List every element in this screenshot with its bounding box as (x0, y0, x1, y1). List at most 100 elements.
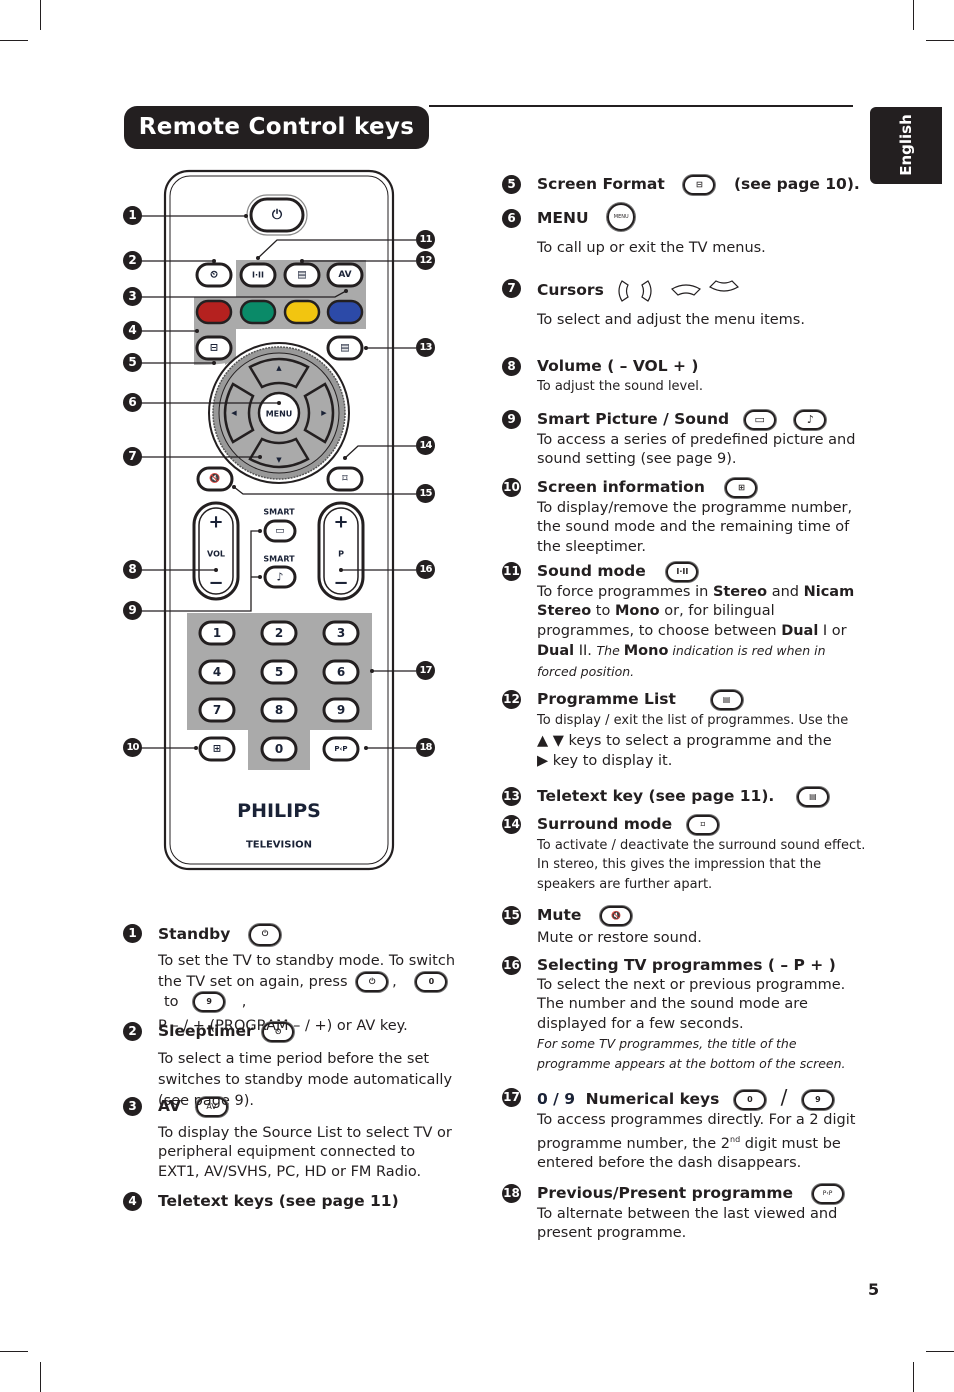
entry-teletext-key: 13 Teletext key (see page 11). ▤ (502, 787, 867, 808)
pp-key-icon: P‹P (811, 1184, 844, 1204)
digit-key-2[interactable]: 2 (260, 620, 298, 646)
entry-description: To call up or exit the TV menus. (537, 240, 766, 256)
smart-picture-icon: ▭ (275, 526, 284, 537)
entry-title: Numerical keys (585, 1090, 720, 1108)
callout-18: 18 (416, 738, 435, 757)
sleeptimer-key[interactable]: ⏲ (195, 262, 233, 288)
entry-number: 2 (123, 1022, 142, 1041)
separator: , (392, 973, 397, 990)
callout-10: 10 (123, 738, 142, 757)
smart-sound-icon: ♪ (276, 571, 283, 584)
smart-picture-key[interactable]: ▭ (263, 519, 297, 543)
separator: , (241, 994, 247, 1010)
digit-key-1[interactable]: 1 (198, 620, 236, 646)
entry-title: Previous/Present programme (537, 1184, 793, 1202)
entry-number: 9 (502, 410, 521, 429)
digit-key-7[interactable]: 7 (198, 697, 236, 723)
cursor-right[interactable] (303, 382, 335, 444)
callout-12: 12 (416, 251, 435, 270)
callout-4: 4 (123, 321, 142, 340)
p-minus[interactable]: − (333, 573, 348, 594)
pp-key[interactable]: P‹P (322, 736, 360, 762)
color-key[interactable] (326, 299, 364, 325)
callout-5: 5 (123, 353, 142, 372)
entry-volume: 8 Volume ( – VOL + ) To adjust the sound… (502, 357, 867, 396)
screen-format-key[interactable]: ⊟ (195, 335, 233, 361)
digit-key-0[interactable]: 0 (260, 736, 298, 762)
digit-key-4[interactable]: 4 (198, 659, 236, 685)
entry-number: 8 (502, 357, 521, 376)
page-number: 5 (868, 1280, 880, 1299)
entry-description: ▲ ▼ keys to select a programme and the (537, 733, 832, 749)
av-label: AV (338, 270, 351, 280)
smart-label: SMART (263, 508, 295, 517)
entry-title: Sleeptimer (158, 1022, 254, 1040)
cursor-pad[interactable]: ▲ ▼ ◀ ▶ MENU (208, 342, 350, 484)
digit-0-icon: 0 (733, 1090, 766, 1110)
callout-17: 17 (416, 661, 435, 680)
teletext-key[interactable]: ▤ (326, 335, 364, 361)
entry-teletext-keys: 4 Teletext keys (see page 11) (123, 1192, 458, 1213)
entry-title: Programme List (537, 690, 676, 708)
digit-key-6[interactable]: 6 (322, 659, 360, 685)
programme-list-key[interactable]: ▤ (283, 262, 321, 288)
screen-format-icon: ⊟ (210, 343, 218, 354)
entry-description: To display/remove the programme number, … (537, 499, 853, 555)
av-key[interactable]: AV (326, 262, 364, 288)
volume-rocker[interactable]: + VOL − (192, 501, 240, 601)
sound-mode-key[interactable]: I·II (239, 262, 277, 288)
vol-minus[interactable]: − (208, 573, 223, 594)
surround-key[interactable]: ⌑ (326, 466, 364, 492)
digit-label: 5 (275, 665, 283, 679)
title-rule (429, 105, 853, 107)
entry-description: To activate / deactivate the surround so… (537, 837, 866, 892)
entry-programme-list: 12 Programme List ▤ To display / exit th… (502, 690, 867, 771)
smart-picture-icon: ▭ (743, 410, 776, 430)
entry-description: To display the Source List to select TV … (158, 1124, 452, 1180)
p-plus[interactable]: + (333, 512, 348, 533)
entry-number: 13 (502, 787, 521, 806)
digit-0-icon: 0 (415, 971, 448, 992)
color-key[interactable] (195, 299, 233, 325)
callout-16: 16 (416, 560, 435, 579)
info-key[interactable]: ⊞ (198, 736, 236, 762)
entry-description: To access a series of predefined picture… (537, 431, 856, 468)
entry-description: To alternate between the last viewed and… (537, 1205, 838, 1242)
crop-mark (0, 40, 28, 41)
entry-description: ▶ key to display it. (537, 752, 673, 769)
crop-mark (926, 1351, 954, 1352)
smart-sound-key[interactable]: ♪ (263, 565, 297, 589)
color-key[interactable] (239, 299, 277, 325)
digit-key-5[interactable]: 5 (260, 659, 298, 685)
teletext-icon: ▤ (796, 787, 829, 807)
digit-key-8[interactable]: 8 (260, 697, 298, 723)
callout-9: 9 (123, 601, 142, 620)
entry-cursors: 7 Cursors To select and adjust the menu … (502, 279, 867, 331)
digit-label: 0 (275, 742, 283, 756)
callout-2: 2 (123, 251, 142, 270)
entry-number: 15 (502, 906, 521, 925)
sound-mode-label: I·II (252, 271, 264, 280)
digit-key-9[interactable]: 9 (322, 697, 360, 723)
digit-label: 4 (213, 665, 221, 679)
p-label: P (338, 550, 344, 559)
mute-key[interactable]: 🔇 (196, 466, 234, 492)
programme-rocker[interactable]: + P − (317, 501, 365, 601)
digit-label: 1 (213, 626, 221, 640)
numerical-range: 0 / 9 (537, 1090, 576, 1108)
callout-1: 1 (123, 206, 142, 225)
entry-number: 7 (502, 279, 521, 298)
cursor-left[interactable] (223, 382, 255, 444)
crop-mark (0, 1351, 28, 1352)
digit-key-3[interactable]: 3 (322, 620, 360, 646)
philips-logo: PHILIPS (237, 800, 321, 822)
up-arrow-icon: ▲ (276, 364, 282, 372)
entry-title: Surround mode (537, 815, 673, 833)
entry-number: 6 (502, 209, 521, 228)
info-icon: ⊞ (725, 478, 758, 498)
entry-title: AV (158, 1097, 181, 1115)
color-key[interactable] (283, 299, 321, 325)
vol-plus[interactable]: + (208, 512, 223, 533)
menu-label: MENU (266, 410, 293, 419)
entry-number: 1 (123, 924, 142, 943)
